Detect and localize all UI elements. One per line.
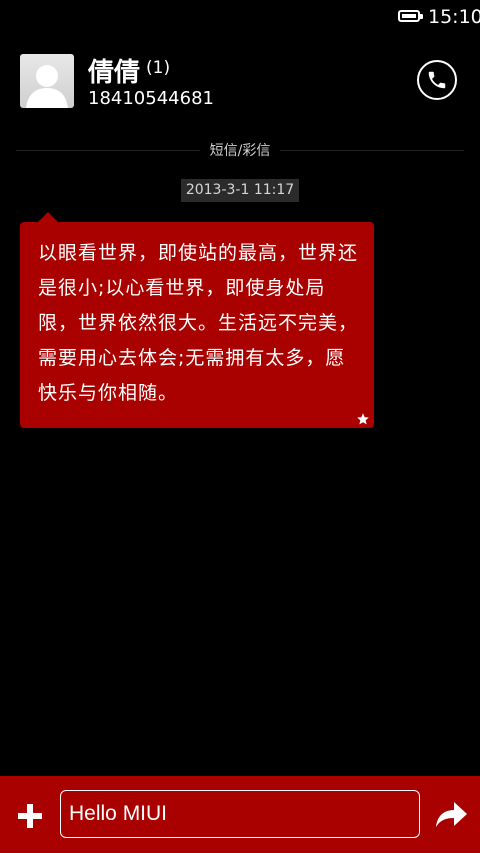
compose-bar <box>0 776 480 853</box>
message-bubble[interactable]: 以眼看世界，即使站的最高，世界还是很小;以心看世界，即使身处局限，世界依然很大。… <box>20 212 374 428</box>
message-type-text: 短信/彩信 <box>199 143 281 159</box>
star-icon <box>357 413 369 425</box>
bubble-tail <box>38 212 58 222</box>
message-input[interactable] <box>60 790 420 838</box>
message-type-label: 短信/彩信 <box>0 140 480 160</box>
message-timestamp: 2013-3-1 11:17 <box>181 179 299 202</box>
unread-count: (1) <box>146 58 171 78</box>
contact-phone-number: 18410544681 <box>88 88 214 109</box>
message-text: 以眼看世界，即使站的最高，世界还是很小;以心看世界，即使身处局限，世界依然很大。… <box>38 242 359 404</box>
status-bar: 15:10 <box>0 0 480 36</box>
send-arrow-icon[interactable] <box>434 800 468 830</box>
battery-icon <box>398 10 423 22</box>
contact-avatar[interactable] <box>20 54 74 108</box>
person-icon <box>26 65 68 108</box>
conversation-header: 倩倩 (1) 18410544681 <box>0 42 480 132</box>
phone-icon <box>428 71 446 89</box>
call-button[interactable] <box>417 60 457 100</box>
contact-name: 倩倩 <box>88 58 141 88</box>
status-time: 15:10 <box>428 6 480 28</box>
plus-icon[interactable] <box>16 802 44 830</box>
